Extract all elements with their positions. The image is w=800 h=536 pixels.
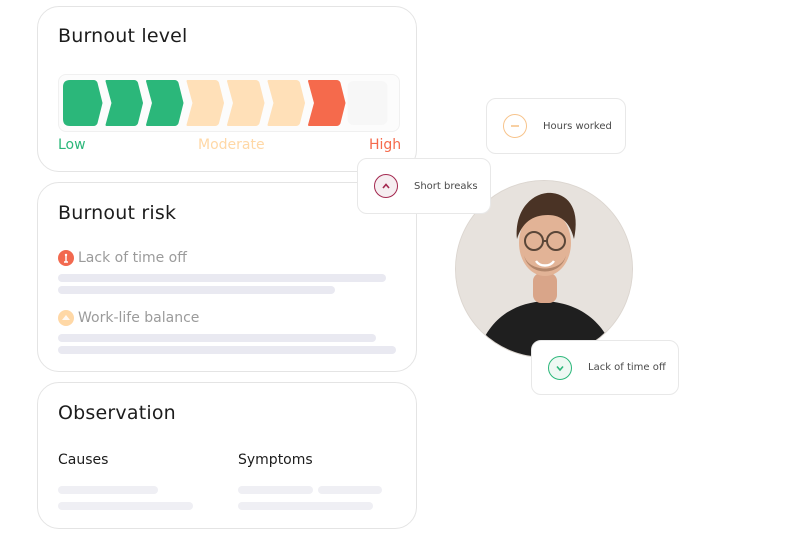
observation-card: Observation Causes Symptoms <box>37 382 417 529</box>
symptoms-heading: Symptoms <box>238 452 313 468</box>
chip-short-breaks: Short breaks <box>357 158 491 214</box>
meter-segment-filled <box>267 80 305 126</box>
chip-label: Hours worked <box>543 120 612 132</box>
text-placeholder <box>318 486 382 494</box>
text-placeholder <box>238 502 373 510</box>
text-placeholder <box>58 274 386 282</box>
chevron-down-icon <box>548 355 572 380</box>
burnout-dashboard: Burnout level Low Moderate High Burnout … <box>0 0 800 536</box>
risk-item-work-life-balance: Work-life balance <box>58 310 199 326</box>
burnout-level-card: Burnout level Low Moderate High <box>37 6 417 172</box>
chip-hours-worked: Hours worked <box>486 98 626 154</box>
chip-label: Short breaks <box>414 180 478 192</box>
meter-segment-filled <box>146 80 184 126</box>
scale-label-moderate: Moderate <box>198 137 265 153</box>
meter-segment-filled <box>105 80 143 126</box>
chevron-up-icon <box>374 174 398 198</box>
burnout-level-title: Burnout level <box>58 25 188 47</box>
text-placeholder <box>58 502 193 510</box>
risk-item-label: Work-life balance <box>78 310 200 326</box>
chip-lack-of-time-off: Lack of time off <box>531 340 679 395</box>
text-placeholder <box>58 334 376 342</box>
burnout-risk-title: Burnout risk <box>58 202 177 224</box>
meter-segment-filled <box>308 80 346 126</box>
meter-segment-empty <box>347 81 388 125</box>
risk-item-lack-of-time-off: Lack of time off <box>58 250 187 266</box>
causes-heading: Causes <box>58 452 109 468</box>
scale-label-high: High <box>369 137 402 153</box>
text-placeholder <box>58 286 335 294</box>
text-placeholder <box>58 486 158 494</box>
observation-title: Observation <box>58 402 176 424</box>
chip-label: Lack of time off <box>588 362 666 373</box>
balance-icon <box>58 310 74 326</box>
burnout-level-segments <box>63 80 388 126</box>
burnout-level-meter <box>58 74 400 132</box>
meter-segment-filled <box>63 80 103 126</box>
risk-item-label: Lack of time off <box>78 250 187 266</box>
minus-icon <box>503 114 527 138</box>
alert-icon <box>58 250 74 266</box>
meter-segment-filled <box>186 80 224 126</box>
text-placeholder <box>58 346 396 354</box>
scale-label-low: Low <box>58 137 86 153</box>
meter-segment-filled <box>227 80 265 126</box>
text-placeholder <box>238 486 313 494</box>
